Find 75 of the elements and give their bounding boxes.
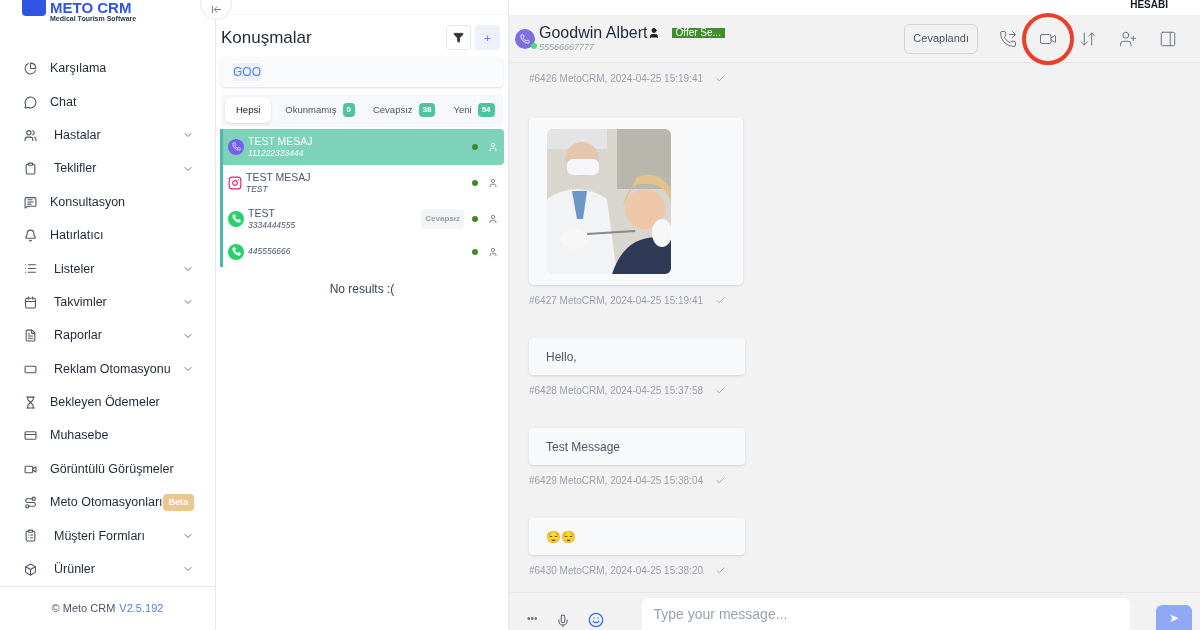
more-button[interactable]: ••• xyxy=(527,611,538,630)
brand-name: METO CRM xyxy=(50,0,133,15)
sidebar-item[interactable]: Chat xyxy=(0,85,219,119)
whatsapp-icon xyxy=(228,243,244,260)
message-meta: #6428 MetoCRM, 2024-04-25 15:37:58 xyxy=(529,384,703,398)
contact-detail: 3334444555 xyxy=(248,219,297,231)
sidebar-item[interactable]: Teklifler xyxy=(0,152,219,186)
sidebar-item[interactable]: Konsultasyon xyxy=(0,185,219,219)
check-icon xyxy=(715,475,726,486)
credit-card-icon xyxy=(24,429,40,443)
count-badge: 54 xyxy=(477,103,495,117)
message-bubble: Test Message xyxy=(529,428,745,465)
count-badge: 0 xyxy=(342,103,355,117)
message-icon xyxy=(24,195,40,209)
message-bubble: 😌😌 xyxy=(529,518,745,555)
message-meta: #6429 MetoCRM, 2024-04-25 15:38:04 xyxy=(529,474,703,488)
user-icon xyxy=(488,141,498,152)
version-link[interactable]: V2.5.192 xyxy=(119,600,164,617)
filter-tab[interactable]: Okunmamış 0 xyxy=(281,96,359,124)
sidebar-item[interactable]: Raporlar xyxy=(0,319,219,353)
contact-name: TEST MESAJ xyxy=(246,170,312,184)
collapse-arrow-icon xyxy=(210,4,222,15)
contact-detail: 445556666 xyxy=(248,246,292,257)
user-icon xyxy=(488,177,498,188)
contact-name: TEST MESAJ xyxy=(248,134,314,148)
empty-text: No results :( xyxy=(328,280,396,298)
viber-avatar-icon xyxy=(515,28,535,49)
sidebar-item[interactable]: Hastalar xyxy=(0,118,219,153)
contact-detail: 111222333444 xyxy=(248,147,305,159)
filter-icon xyxy=(453,32,464,44)
message-meta: #6430 MetoCRM, 2024-04-25 15:38:20 xyxy=(529,564,703,578)
sidebar-item[interactable]: Karşılama xyxy=(0,52,219,86)
account-label: HESABI xyxy=(1130,0,1168,12)
status-button[interactable]: Cevaplandı xyxy=(904,23,978,54)
filter-tab[interactable]: Cevapsız 38 xyxy=(368,96,440,124)
emoji-icon[interactable] xyxy=(587,612,604,630)
contact-name: Goodwin Albert xyxy=(539,25,648,41)
message-meta: #6426 MetoCRM, 2024-04-25 15:19:41 xyxy=(529,72,703,86)
message-meta: #6427 MetoCRM, 2024-04-25 15:19:41 xyxy=(529,294,703,308)
sidebar-item[interactable]: Muhasebe xyxy=(0,419,219,453)
sidebar-item[interactable]: Hatırlatıcı xyxy=(0,218,219,253)
whatsapp-icon xyxy=(228,210,244,227)
filter-button[interactable] xyxy=(446,25,471,51)
beta-badge: Beta xyxy=(162,493,195,512)
check-icon xyxy=(715,73,726,84)
check-icon xyxy=(715,295,726,306)
viber-icon xyxy=(228,138,244,155)
filter-tab[interactable]: Yeni 54 xyxy=(449,96,499,124)
sidebar-item[interactable]: Görüntülü Görüşmeler xyxy=(0,452,219,486)
message-bubble: Hello, xyxy=(529,338,745,375)
panel-title: Konuşmalar xyxy=(221,27,312,49)
sidebar-item[interactable]: Müşteri Formları xyxy=(0,519,219,553)
check-icon xyxy=(715,385,726,396)
contact-detail: TEST xyxy=(246,183,269,195)
microphone-icon[interactable] xyxy=(555,614,570,630)
filter-tab[interactable]: Hepsi xyxy=(225,96,272,124)
person-icon xyxy=(647,27,660,39)
users-icon xyxy=(24,128,40,142)
count-badge: 38 xyxy=(418,103,436,117)
sidebar-item[interactable]: Listeler xyxy=(0,252,219,286)
logo-cube-icon xyxy=(22,0,46,16)
status-tag: Cevapsız xyxy=(421,208,464,229)
sidebar-item[interactable]: Meto Otomasyonları Beta xyxy=(0,485,219,520)
user-icon xyxy=(488,246,498,257)
sidebar-item[interactable]: Ürünler xyxy=(0,552,219,586)
offer-tag: Offer Se... xyxy=(671,28,725,38)
sidebar-item[interactable]: Takvimler xyxy=(0,285,219,319)
sidebar-item[interactable]: Bekleyen Ödemeler xyxy=(0,385,219,420)
instagram-icon xyxy=(228,175,242,190)
user-icon xyxy=(488,213,498,224)
copyright-text: © Meto CRM xyxy=(51,601,116,617)
sidebar-item[interactable]: Reklam Otomasyonu xyxy=(0,352,219,386)
contact-phone: 55566667777 xyxy=(539,43,596,52)
check-icon xyxy=(715,565,726,576)
contact-name: TEST xyxy=(248,206,276,220)
